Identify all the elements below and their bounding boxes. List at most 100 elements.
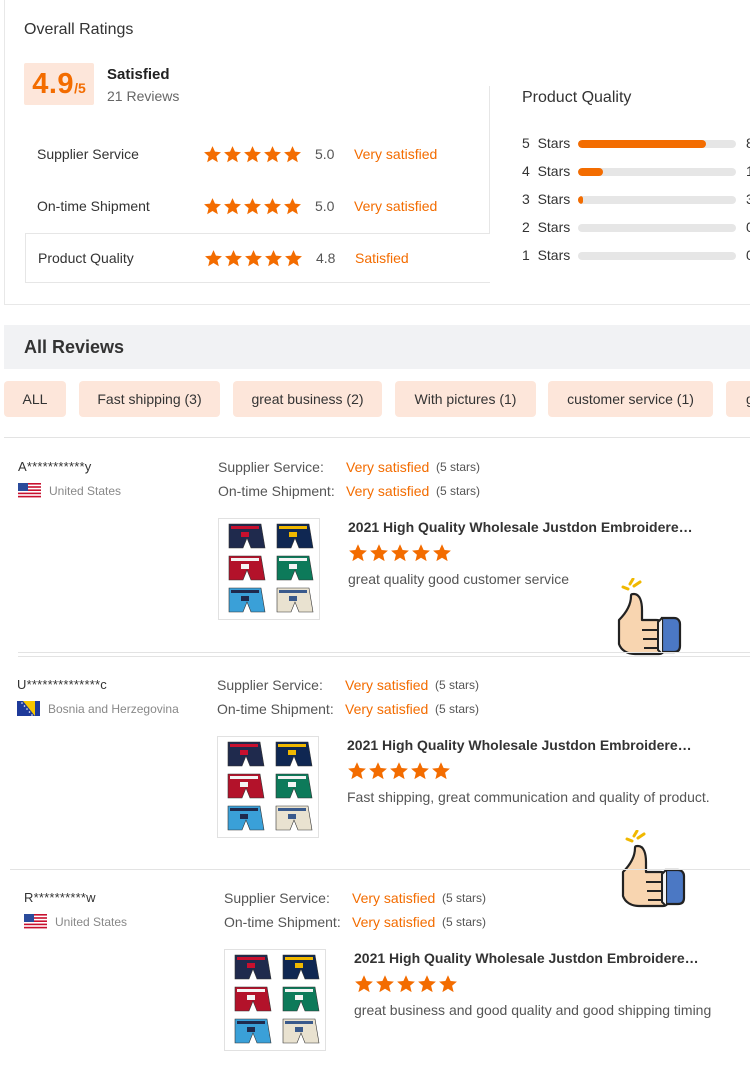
us-flag-icon <box>24 914 47 929</box>
supplier-service-label: Supplier Service: <box>217 677 323 693</box>
on-time-shipment-label: On-time Shipment: <box>224 914 341 930</box>
on-time-shipment-stars: (5 stars) <box>442 915 487 929</box>
star-icon <box>263 197 282 216</box>
review-comment: great quality good customer service <box>348 571 569 587</box>
reviewer-country-name: United States <box>55 914 128 929</box>
category-score: 5.0 <box>315 198 335 214</box>
star-icon <box>224 249 243 268</box>
distribution-count: 1 <box>746 163 750 179</box>
on-time-shipment-stars: (5 stars) <box>436 484 481 498</box>
supplier-service-stars: (5 stars) <box>442 891 487 905</box>
distribution-row-3-stars: 3 Stars 3 <box>522 190 750 210</box>
filter-chip-customer-service[interactable]: customer service (1) <box>548 381 713 417</box>
reviewer-country: United States <box>18 483 121 498</box>
reviewer-country: United States <box>24 914 127 929</box>
distribution-title: Product Quality <box>522 89 632 106</box>
star-icon <box>203 145 222 164</box>
supplier-service-label: Supplier Service: <box>218 459 324 475</box>
product-thumbnail[interactable] <box>224 949 326 1051</box>
category-score: 4.8 <box>316 250 336 266</box>
star-icon <box>375 974 395 994</box>
distribution-bar-track <box>578 224 736 232</box>
star-icon <box>417 974 437 994</box>
distribution-label: 3 Stars <box>522 191 571 207</box>
on-time-shipment-label: On-time Shipment: <box>217 701 334 717</box>
on-time-shipment-value: Very satisfied <box>346 483 430 499</box>
supplier-service-stars: (5 stars) <box>436 460 481 474</box>
on-time-shipment-label: On-time Shipment: <box>218 483 335 499</box>
star-icon <box>354 974 374 994</box>
supplier-service-stars: (5 stars) <box>435 678 480 692</box>
review-stars <box>347 761 451 781</box>
star-icon <box>243 197 262 216</box>
category-row-product-quality[interactable]: Product Quality 4.8 Satisfied <box>25 233 490 283</box>
all-reviews-title: All Reviews <box>24 337 125 357</box>
supplier-service-label: Supplier Service: <box>224 890 330 906</box>
distribution-label: 1 Stars <box>522 247 571 263</box>
supplier-service-value: Very satisfied <box>346 459 430 475</box>
category-label: Supplier Service <box>37 146 139 162</box>
reviewer-country: Bosnia and Herzegovina <box>17 701 179 716</box>
category-row-supplier-service: Supplier Service 5.0 Very satisfied <box>25 129 490 179</box>
product-title[interactable]: 2021 High Quality Wholesale Justdon Embr… <box>354 950 699 966</box>
divider <box>18 652 750 653</box>
category-satisfaction: Very satisfied <box>354 198 438 214</box>
overall-satisfaction-label: Satisfied <box>107 66 170 83</box>
star-icon <box>396 974 416 994</box>
star-icon <box>431 761 451 781</box>
product-thumbnail[interactable] <box>218 518 320 620</box>
overall-score-badge: 4.9 /5 <box>24 63 94 105</box>
distribution-count: 0 <box>746 247 750 263</box>
category-label: On-time Shipment <box>37 198 150 214</box>
star-icon <box>264 249 283 268</box>
category-satisfaction: Very satisfied <box>354 146 438 162</box>
product-title[interactable]: 2021 High Quality Wholesale Justdon Embr… <box>348 519 693 535</box>
distribution-bar-track <box>578 168 736 176</box>
thumbs-up-icon <box>604 577 684 668</box>
distribution-bar-fill <box>578 140 706 148</box>
supplier-service-value: Very satisfied <box>345 677 429 693</box>
product-title[interactable]: 2021 High Quality Wholesale Justdon Embr… <box>347 737 692 753</box>
filter-chip-with-pictures[interactable]: With pictures (1) <box>395 381 536 417</box>
distribution-label: 2 Stars <box>522 219 571 235</box>
divider <box>4 437 750 438</box>
distribution-label: 4 Stars <box>522 163 571 179</box>
star-icon <box>347 761 367 781</box>
star-icon <box>283 145 302 164</box>
distribution-count: 0 <box>746 219 750 235</box>
filter-chip-all[interactable]: ALL <box>4 381 66 417</box>
star-icon <box>284 249 303 268</box>
overall-score-suffix: /5 <box>74 80 86 96</box>
star-icon <box>244 249 263 268</box>
star-icon <box>263 145 282 164</box>
filter-chip-fast-shipping[interactable]: Fast shipping (3) <box>79 381 220 417</box>
star-icon <box>223 197 242 216</box>
all-reviews-header: All Reviews <box>4 325 750 369</box>
star-icon <box>432 543 452 563</box>
review-item: R**********w United States Supplier Serv… <box>24 890 750 1060</box>
category-satisfaction: Satisfied <box>355 250 409 266</box>
filter-chip-more[interactable]: g <box>726 381 750 417</box>
star-icon <box>203 197 222 216</box>
category-stars <box>203 145 302 164</box>
overall-score: 4.9 <box>32 68 75 100</box>
category-stars <box>203 197 302 216</box>
divider <box>489 86 490 234</box>
distribution-bar-track <box>578 140 736 148</box>
star-icon <box>390 543 410 563</box>
star-icon <box>204 249 223 268</box>
filter-chip-great-business[interactable]: great business (2) <box>233 381 382 417</box>
distribution-count: 3 <box>746 191 750 207</box>
distribution-row-2-stars: 2 Stars 0 <box>522 218 750 238</box>
distribution-label: 5 Stars <box>522 135 571 151</box>
on-time-shipment-value: Very satisfied <box>352 914 436 930</box>
on-time-shipment-stars: (5 stars) <box>435 702 480 716</box>
product-image <box>234 954 320 1044</box>
category-stars <box>204 249 303 268</box>
review-stars <box>354 974 458 994</box>
reviewer-name: R**********w <box>24 890 96 905</box>
reviewer-country-name: Bosnia and Herzegovina <box>48 701 179 716</box>
distribution-bar-fill <box>578 196 583 204</box>
star-icon <box>389 761 409 781</box>
product-thumbnail[interactable] <box>217 736 319 838</box>
